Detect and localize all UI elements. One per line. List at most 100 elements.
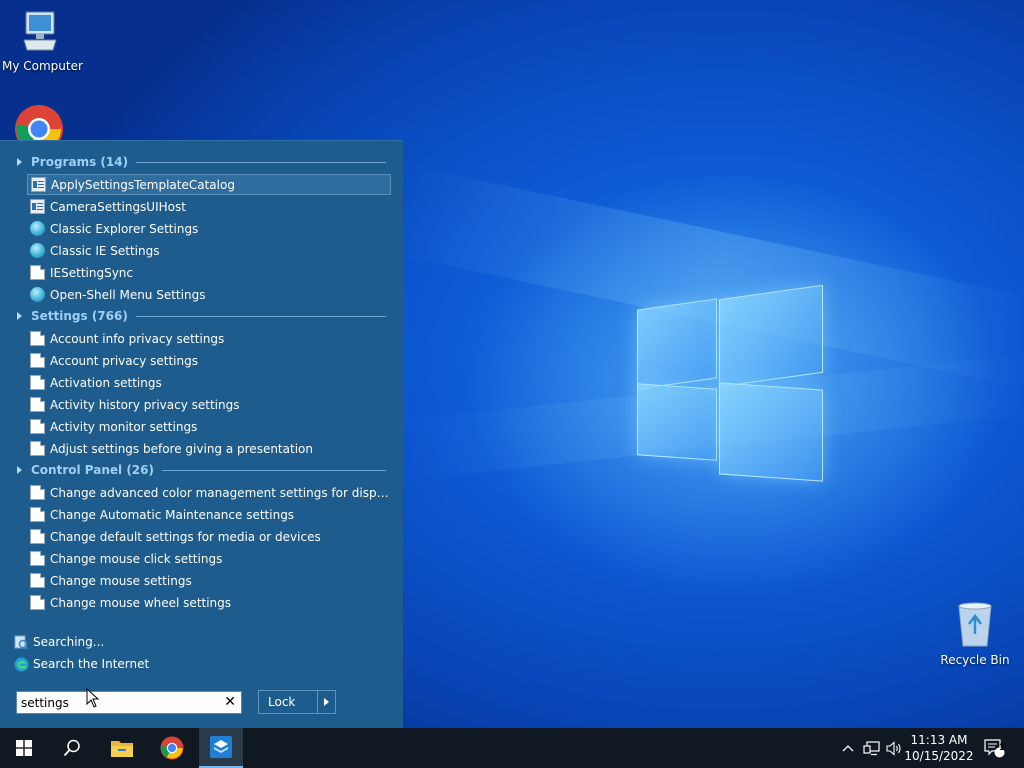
menu-item-label: CameraSettingsUIHost [50,199,186,214]
menu-item-account-info-privacy-settings[interactable]: Account info privacy settings [27,328,391,349]
taskbar-open-shell-settings[interactable] [199,728,243,768]
start-button[interactable] [0,728,48,768]
windows-logo-wallpaper [637,284,823,482]
menu-item-change-automatic-maintenance[interactable]: Change Automatic Maintenance settings [27,504,391,525]
document-icon [30,529,45,544]
document-icon [30,573,45,588]
category-header: Programs (14) [31,155,129,169]
action-center-button[interactable]: 1 [980,728,1008,768]
desktop-icon-recycle-bin[interactable]: Recycle Bin [940,602,1010,667]
menu-item-apply-settings-template-catalog[interactable]: ApplySettingsTemplateCatalog [27,174,391,195]
search-input[interactable] [17,692,215,713]
volume-control[interactable] [884,728,904,768]
search-the-internet[interactable]: Search the Internet [14,654,149,674]
notification-count-badge: 1 [998,743,1006,753]
menu-item-change-advanced-color-management[interactable]: Change advanced color management setting… [27,482,391,503]
menu-item-ie-setting-sync[interactable]: IESettingSync [27,262,391,283]
open-shell-settings-icon [210,736,232,758]
category-control-panel[interactable]: Control Panel (26) [14,460,386,480]
speaker-icon [885,740,901,756]
document-icon [30,441,45,456]
menu-item-label: IESettingSync [50,265,134,280]
desktop-icon-label: Recycle Bin [940,653,1010,667]
chrome-icon [15,105,63,140]
menu-item-camera-settings-ui-host[interactable]: CameraSettingsUIHost [27,196,391,217]
search-box[interactable]: ✕ [16,691,242,714]
recycle-bin-icon [958,602,992,647]
menu-item-label: Classic Explorer Settings [50,221,199,236]
expand-arrow-icon [17,158,22,166]
menu-item-label: Change mouse settings [50,573,192,588]
menu-item-label: Change mouse click settings [50,551,223,566]
document-icon [30,375,45,390]
document-icon [30,507,45,522]
document-icon [30,485,45,500]
menu-item-label: Adjust settings before giving a presenta… [50,441,313,456]
lock-button-label: Lock [268,695,296,709]
category-header: Control Panel (26) [31,463,154,477]
shutdown-options-arrow-icon[interactable] [317,691,335,713]
mouse-cursor-icon [86,688,100,708]
document-icon [30,595,45,610]
searching-status: Searching... [14,632,104,652]
divider [162,469,386,471]
menu-item-adjust-settings-presentation[interactable]: Adjust settings before giving a presenta… [27,438,391,459]
document-icon [30,419,45,434]
menu-item-label: Classic IE Settings [50,243,160,258]
clear-search-icon[interactable]: ✕ [224,694,236,710]
menu-item-activity-monitor-settings[interactable]: Activity monitor settings [27,416,391,437]
document-icon [30,331,45,346]
expand-arrow-icon [17,312,22,320]
start-menu: Programs (14) ApplySettingsTemplateCatal… [0,140,403,729]
menu-item-label: Account info privacy settings [50,331,225,346]
menu-item-change-mouse-wheel-settings[interactable]: Change mouse wheel settings [27,592,391,613]
taskbar-file-explorer[interactable] [98,728,146,768]
taskbar-chrome[interactable] [148,728,196,768]
search-icon [63,739,80,757]
divider [136,161,386,163]
menu-item-change-default-settings-media[interactable]: Change default settings for media or dev… [27,526,391,547]
network-icon [862,740,880,755]
menu-item-label: Change Automatic Maintenance settings [50,507,295,522]
desktop-icon-label: My Computer [2,59,83,73]
document-icon [30,353,45,368]
divider [135,315,386,317]
menu-item-account-privacy-settings[interactable]: Account privacy settings [27,350,391,371]
app-window-icon [31,177,46,192]
menu-item-classic-explorer-settings[interactable]: Classic Explorer Settings [27,218,391,239]
menu-item-classic-ie-settings[interactable]: Classic IE Settings [27,240,391,261]
menu-item-label: Change mouse wheel settings [50,595,232,610]
menu-item-change-mouse-settings[interactable]: Change mouse settings [27,570,391,591]
menu-item-activity-history-privacy-settings[interactable]: Activity history privacy settings [27,394,391,415]
menu-item-open-shell-menu-settings[interactable]: Open-Shell Menu Settings [27,284,391,305]
category-programs[interactable]: Programs (14) [14,152,386,172]
taskbar-search-button[interactable] [48,728,96,768]
category-settings[interactable]: Settings (766) [14,306,386,326]
category-header: Settings (766) [31,309,128,323]
desktop-icon-chrome[interactable] [14,104,64,140]
open-shell-icon [30,287,45,302]
searching-label: Searching... [33,635,105,649]
edge-icon [14,657,29,671]
chrome-icon [160,736,184,760]
menu-item-activation-settings[interactable]: Activation settings [27,372,391,393]
lock-button[interactable]: Lock [258,690,336,714]
clock[interactable]: 11:13 AM 10/15/2022 [902,732,976,764]
computer-icon [23,11,57,51]
menu-item-label: Activity monitor settings [50,419,198,434]
menu-item-label: ApplySettingsTemplateCatalog [51,177,235,192]
open-shell-icon [30,243,45,258]
network-status[interactable] [860,728,882,768]
clock-time: 11:13 AM [910,733,968,747]
menu-item-label: Change default settings for media or dev… [50,529,321,544]
menu-item-label: Activity history privacy settings [50,397,240,412]
menu-item-change-mouse-click-settings[interactable]: Change mouse click settings [27,548,391,569]
clock-date: 10/15/2022 [904,749,974,763]
menu-item-label: Open-Shell Menu Settings [50,287,206,302]
chevron-up-icon [842,745,854,752]
search-files-icon [14,635,29,650]
desktop-icon-my-computer[interactable]: My Computer [2,10,83,73]
menu-item-label: Change advanced color management setting… [50,485,391,500]
show-hidden-icons[interactable] [838,728,858,768]
document-icon [30,265,45,280]
